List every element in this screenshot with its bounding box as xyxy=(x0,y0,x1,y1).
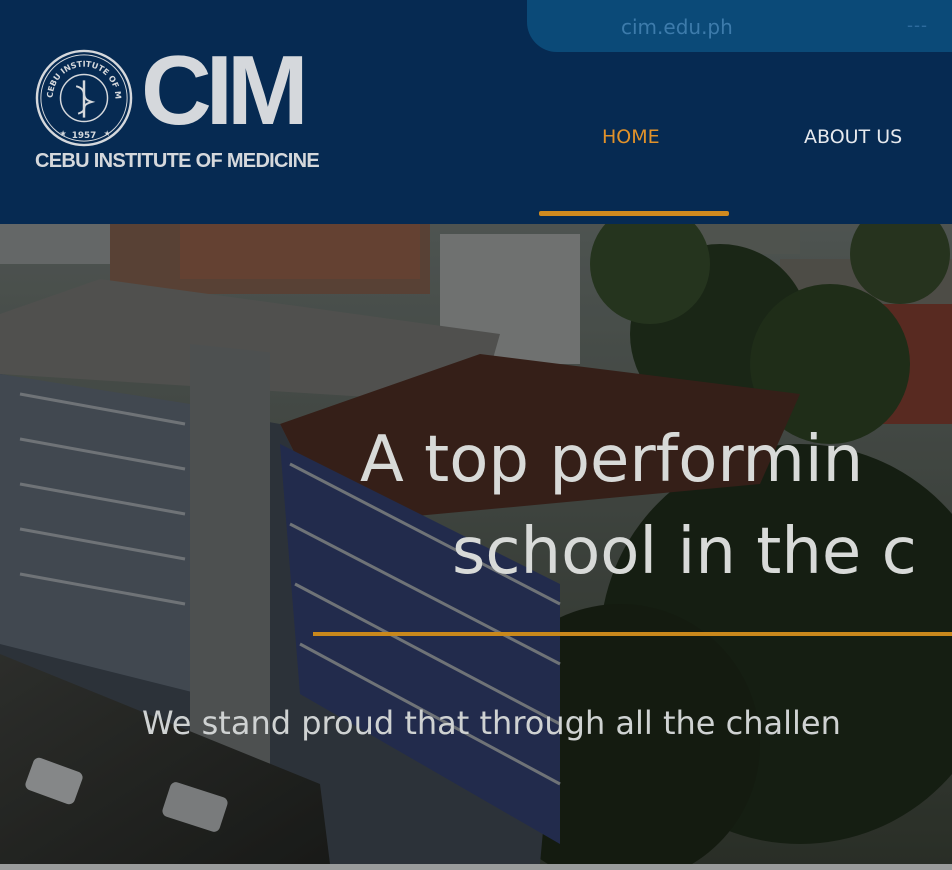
seal-icon: CEBU INSTITUTE OF MEDICINE 1957 ★ ★ xyxy=(35,49,133,147)
svg-text:★: ★ xyxy=(104,129,111,138)
hero-subtitle: We stand proud that through all the chal… xyxy=(142,704,841,742)
hero-title: A top performin school in the c xyxy=(360,414,952,598)
topbar-extra: --- xyxy=(907,15,928,35)
top-utility-bar: cim.edu.ph --- xyxy=(527,0,952,52)
svg-text:★: ★ xyxy=(60,129,67,138)
bottom-strip xyxy=(0,864,952,870)
seal-year: 1957 xyxy=(72,131,97,141)
hero-banner: A top performin school in the c We stand… xyxy=(0,224,952,864)
site-header: cim.edu.ph --- CEBU INSTITUTE OF MEDICIN… xyxy=(0,0,952,224)
nav-about-us[interactable]: ABOUT US xyxy=(804,126,902,148)
domain-link[interactable]: cim.edu.ph xyxy=(621,15,733,39)
hero-divider xyxy=(313,632,952,636)
logo-brand-text: CIM xyxy=(141,35,309,145)
hero-title-line-1: A top performin xyxy=(360,423,864,497)
cim-logo[interactable]: CEBU INSTITUTE OF MEDICINE 1957 ★ ★ CIM … xyxy=(35,35,385,178)
hero-title-line-2: school in the c xyxy=(452,515,917,589)
nav-active-indicator xyxy=(539,211,729,216)
nav-home[interactable]: HOME xyxy=(602,126,660,148)
logo-subtitle: CEBU INSTITUTE OF MEDICINE xyxy=(35,150,320,172)
